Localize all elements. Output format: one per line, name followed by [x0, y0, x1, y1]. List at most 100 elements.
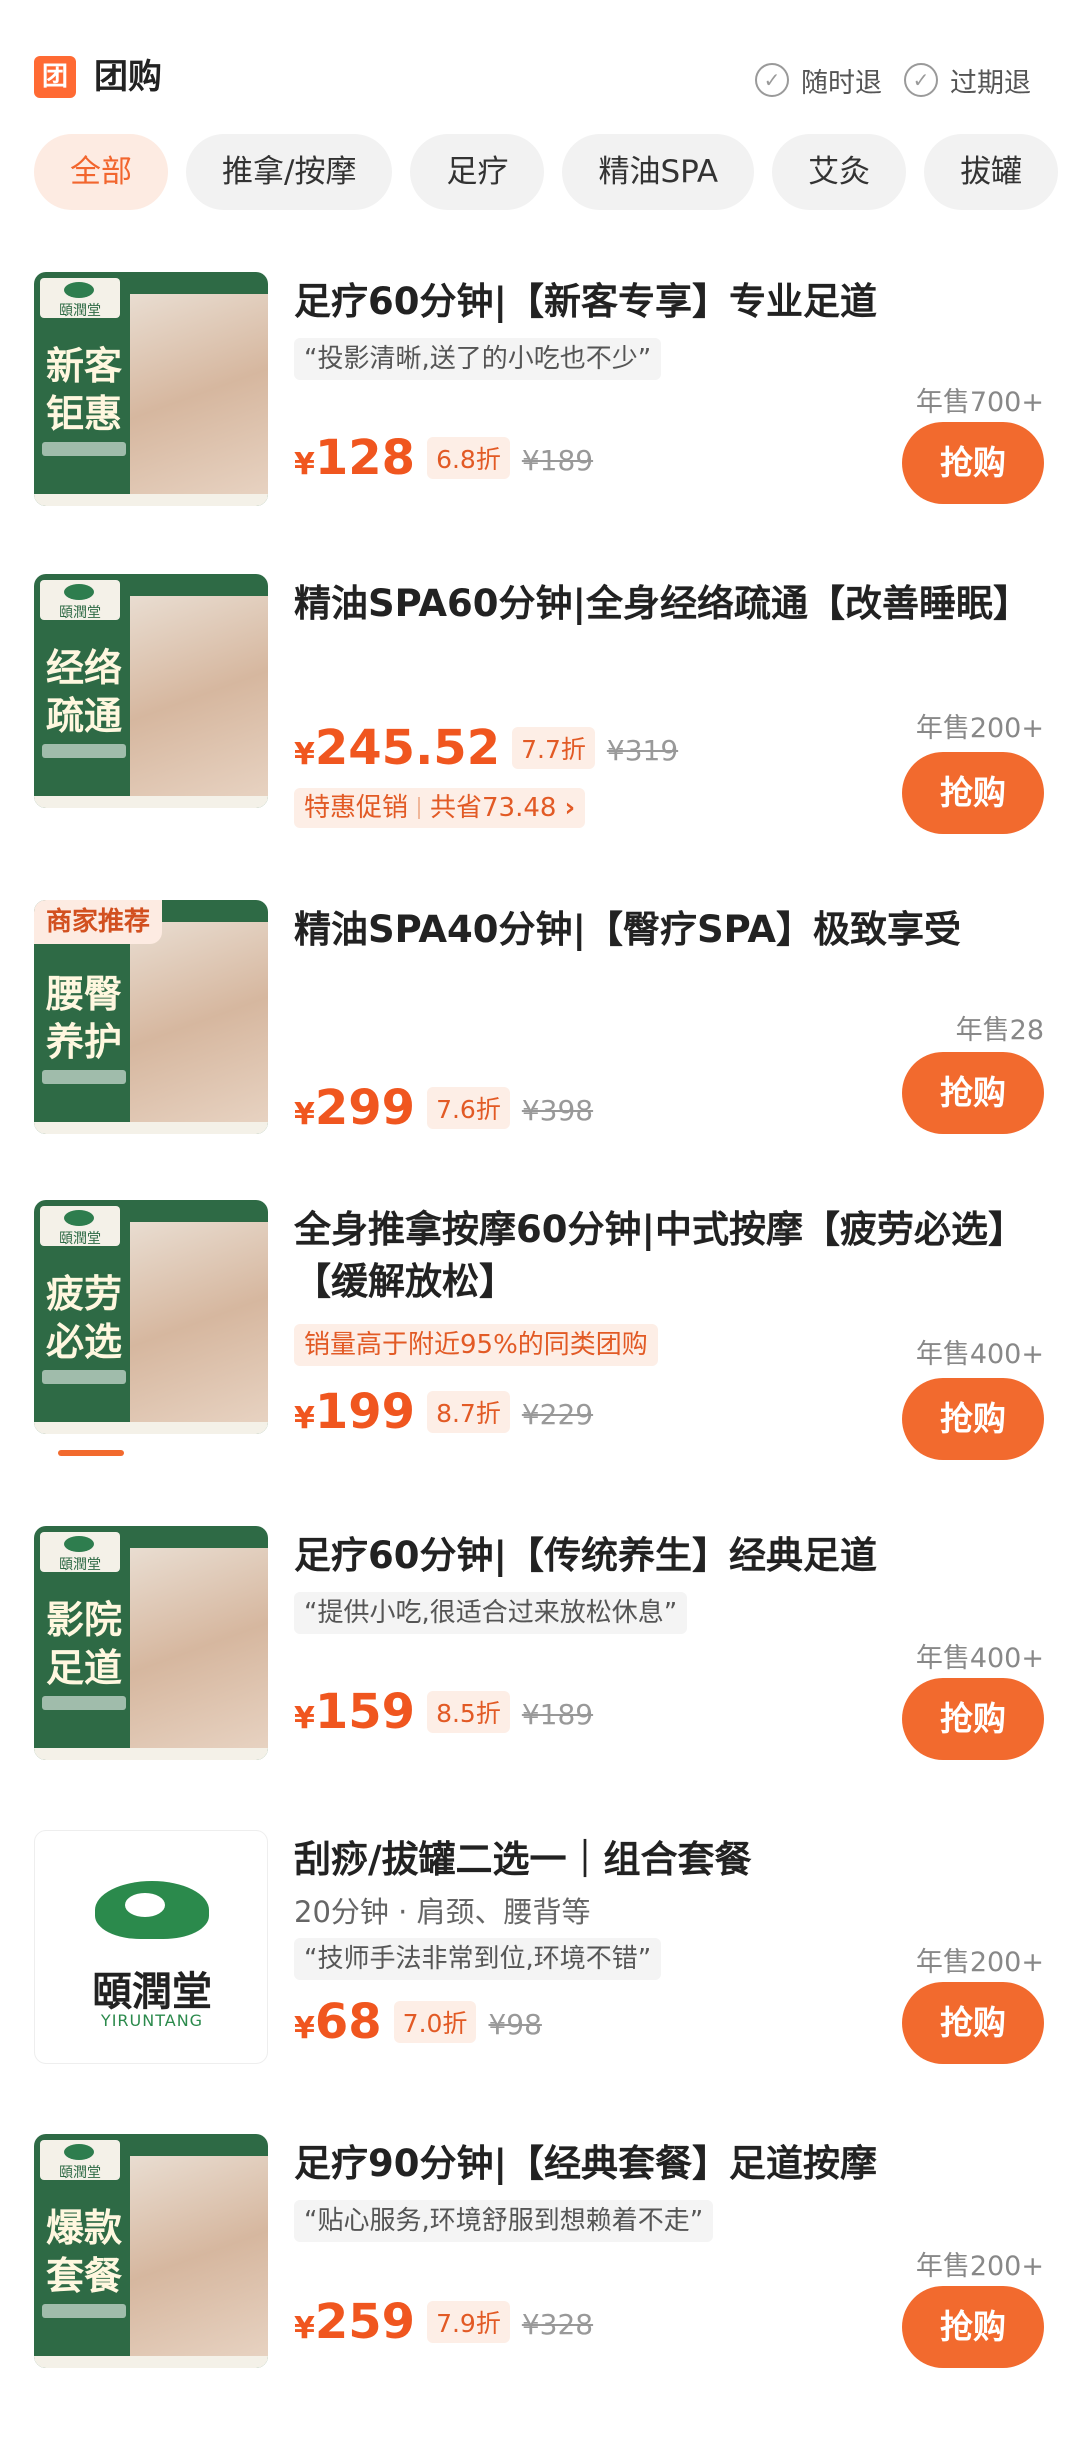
discount-badge: 8.7折 — [427, 1391, 510, 1433]
massage-photo — [130, 1222, 268, 1422]
review-quote: “投影清晰,送了的小吃也不少” — [294, 338, 662, 380]
product-title[interactable]: 足疗60分钟|【传统养生】经典足道 — [294, 1530, 1044, 1582]
product-thumbnail[interactable]: 頤潤堂 经络疏通 — [34, 574, 268, 808]
brand-latin-name: YIRUNTANG — [100, 2011, 204, 2030]
price-row: ¥ 259 7.9折 ¥328 — [294, 2294, 593, 2354]
original-price: ¥98 — [488, 2008, 542, 2041]
brand-logo: 頤潤堂 — [40, 1532, 120, 1573]
product-thumbnail[interactable]: 頤潤堂 YIRUNTANG — [34, 1830, 268, 2064]
promotion-savings: 共省73.48 — [430, 793, 557, 823]
filter-chip-massage[interactable]: 推拿/按摩 — [186, 134, 393, 210]
filter-chip-spa[interactable]: 精油SPA — [562, 134, 755, 210]
currency-symbol: ¥ — [294, 1401, 315, 1436]
buy-button[interactable]: 抢购 — [902, 1678, 1044, 1760]
product-title[interactable]: 刮痧/拔罐二选一｜组合套餐 — [294, 1834, 1044, 1886]
annual-sales: 年售400+ — [915, 1339, 1044, 1370]
product-card[interactable]: 頤潤堂 新客钜惠 足疗60分钟|【新客专享】专业足道 “投影清晰,送了的小吃也不… — [34, 272, 1044, 512]
sale-price: 128 — [314, 430, 416, 486]
product-thumbnail[interactable]: 頤潤堂 疲劳必选 — [34, 1200, 268, 1434]
sale-price: 199 — [314, 1384, 416, 1440]
thumbnail-band — [34, 1122, 268, 1134]
thumbnail-slogan: 经络疏通 — [45, 645, 122, 738]
original-price: ¥229 — [521, 1398, 594, 1431]
massage-photo — [130, 1548, 268, 1748]
annual-sales: 年售200+ — [915, 713, 1044, 744]
product-card[interactable]: 頤潤堂 影院足道 足疗60分钟|【传统养生】经典足道 “提供小吃,很适合过来放松… — [34, 1526, 1044, 1766]
product-card[interactable]: 頤潤堂 爆款套餐 足疗90分钟|【经典套餐】足道按摩 “贴心服务,环境舒服到想赖… — [34, 2134, 1044, 2374]
buy-button[interactable]: 抢购 — [902, 1052, 1044, 1134]
brand-logo: 頤潤堂 — [40, 2140, 120, 2181]
filter-chip-cupping[interactable]: 拔罐 — [924, 134, 1059, 210]
product-card[interactable]: 頤潤堂 YIRUNTANG 刮痧/拔罐二选一｜组合套餐 20分钟 · 肩颈、腰背… — [34, 1830, 1044, 2070]
promotion-divider — [418, 797, 421, 819]
thumbnail-caption-bar — [42, 1070, 126, 1084]
review-quote: “贴心服务,环境舒服到想赖着不走” — [294, 2200, 714, 2242]
massage-photo — [130, 2156, 268, 2356]
currency-symbol: ¥ — [294, 737, 315, 772]
brand-name: 頤潤堂 — [92, 1968, 212, 2015]
annual-sales: 年售200+ — [915, 2251, 1044, 2282]
product-title[interactable]: 精油SPA60分钟|全身经络疏通【改善睡眠】 — [294, 578, 1044, 630]
filter-chip-foot-therapy[interactable]: 足疗 — [410, 134, 545, 210]
service-details: 20分钟 · 肩颈、腰背等 — [294, 1895, 591, 1929]
filter-chip-all[interactable]: 全部 — [34, 134, 168, 210]
filter-chip-moxibustion[interactable]: 艾灸 — [772, 134, 907, 210]
thumbnail-caption-bar — [42, 1696, 126, 1710]
discount-badge: 7.9折 — [427, 2301, 510, 2343]
original-price: ¥398 — [521, 1094, 594, 1127]
check-circle-icon: ✓ — [904, 63, 938, 97]
category-filter-bar[interactable]: 全部 推拿/按摩 足疗 精油SPA 艾灸 拔罐 — [34, 134, 1079, 210]
product-card[interactable]: 頤潤堂 经络疏通 精油SPA60分钟|全身经络疏通【改善睡眠】 年售200+ ¥… — [34, 574, 1044, 844]
thumbnail-band — [34, 1422, 268, 1434]
thumbnail-slogan: 新客钜惠 — [45, 343, 122, 436]
promotion-label: 特惠促销 — [304, 793, 409, 823]
thumbnail-slogan: 疲劳必选 — [45, 1271, 122, 1364]
massage-photo — [130, 294, 268, 494]
currency-symbol: ¥ — [294, 1097, 315, 1132]
thumbnail-band — [34, 494, 268, 506]
sale-price: 159 — [314, 1684, 416, 1740]
buy-button[interactable]: 抢购 — [902, 1982, 1044, 2064]
sale-price: 299 — [314, 1080, 416, 1136]
product-thumbnail[interactable]: 頤潤堂 爆款套餐 — [34, 2134, 268, 2368]
currency-symbol: ¥ — [294, 1701, 315, 1736]
scroll-indicator — [58, 1450, 124, 1456]
price-row: ¥ 299 7.6折 ¥398 — [294, 1080, 593, 1140]
brand-logo: 頤潤堂 — [40, 580, 120, 621]
buy-button[interactable]: 抢购 — [902, 1378, 1044, 1460]
product-thumbnail[interactable]: 頤潤堂 新客钜惠 — [34, 272, 268, 506]
review-quote: “提供小吃,很适合过来放松休息” — [294, 1592, 688, 1634]
check-circle-icon: ✓ — [755, 63, 789, 97]
annual-sales: 年售200+ — [915, 1947, 1044, 1978]
buy-button[interactable]: 抢购 — [902, 2286, 1044, 2368]
thumbnail-band — [34, 2356, 268, 2368]
product-card[interactable]: 商家推荐 腰臀养护 精油SPA40分钟|【臀疗SPA】极致享受 年售28 ¥ 2… — [34, 900, 1044, 1140]
brand-logo-icon — [85, 1871, 219, 1949]
buy-button[interactable]: 抢购 — [902, 422, 1044, 504]
product-title[interactable]: 精油SPA40分钟|【臀疗SPA】极致享受 — [294, 904, 1044, 956]
tag-label: 随时退 — [801, 67, 882, 99]
currency-symbol: ¥ — [294, 447, 315, 482]
product-title[interactable]: 足疗90分钟|【经典套餐】足道按摩 — [294, 2138, 1044, 2190]
discount-badge: 7.7折 — [512, 727, 595, 769]
brand-logo: 頤潤堂 — [40, 1206, 120, 1247]
thumbnail-slogan: 影院足道 — [45, 1597, 122, 1690]
buy-button[interactable]: 抢购 — [902, 752, 1044, 834]
promotion-link[interactable]: 特惠促销 共省73.48 › — [294, 788, 586, 828]
annual-sales: 年售700+ — [915, 387, 1044, 418]
thumbnail-band — [34, 796, 268, 808]
sale-price: 245.52 — [314, 720, 501, 776]
price-row: ¥ 68 7.0折 ¥98 — [294, 1994, 542, 2054]
product-thumbnail[interactable]: 商家推荐 腰臀养护 — [34, 900, 268, 1134]
original-price: ¥319 — [606, 734, 679, 767]
sale-price: 68 — [314, 1994, 382, 2050]
product-card[interactable]: 頤潤堂 疲劳必选 全身推拿按摩60分钟|中式按摩【疲劳必选】【缓解放松】 销量高… — [34, 1200, 1044, 1462]
product-title[interactable]: 全身推拿按摩60分钟|中式按摩【疲劳必选】【缓解放松】 — [294, 1204, 1044, 1308]
annual-sales: 年售28 — [955, 1015, 1044, 1046]
currency-symbol: ¥ — [294, 2311, 315, 2346]
product-title[interactable]: 足疗60分钟|【新客专享】专业足道 — [294, 276, 1044, 328]
thumbnail-band — [34, 1748, 268, 1760]
product-thumbnail[interactable]: 頤潤堂 影院足道 — [34, 1526, 268, 1760]
section-title: 团购 — [94, 57, 162, 97]
thumbnail-slogan: 爆款套餐 — [45, 2205, 122, 2298]
